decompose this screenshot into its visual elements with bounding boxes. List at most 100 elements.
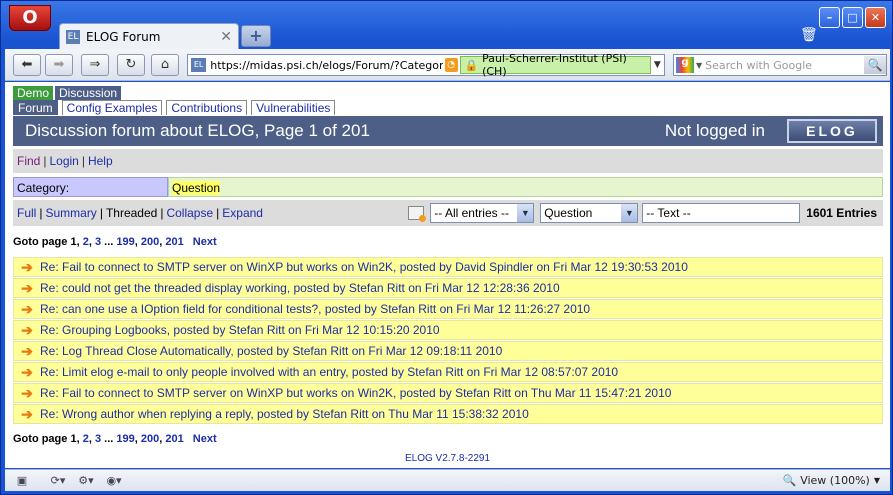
reset-filters-icon[interactable] xyxy=(408,206,427,222)
tab-vulnerabilities[interactable]: Vulnerabilities xyxy=(251,100,336,115)
chevron-down-icon[interactable]: ▼ xyxy=(517,204,534,222)
zoom-control[interactable]: 🔍 View (100%) ▼ xyxy=(783,474,881,487)
page-link-200[interactable]: 200 xyxy=(141,236,159,248)
next-page-link[interactable]: Next xyxy=(193,433,217,445)
entry-link[interactable]: Re: Fail to connect to SMTP server on Wi… xyxy=(40,260,688,274)
command-menu: Find | Login | Help xyxy=(13,149,883,173)
turbo-icon[interactable]: ◉▾ xyxy=(105,473,123,489)
group-demo[interactable]: Demo xyxy=(13,86,54,100)
page-link-201[interactable]: 201 xyxy=(165,236,183,248)
search-engine-dropdown-icon[interactable]: ▼ xyxy=(696,61,702,70)
arrow-right-icon: ➔ xyxy=(21,321,33,338)
address-bar[interactable]: EL https://midas.psi.ch/elogs/Forum/?Cat… xyxy=(187,52,665,78)
list-item[interactable]: ➔ Re: Log Thread Close Automatically, pos… xyxy=(13,341,883,361)
arrow-right-icon: ➔ xyxy=(21,300,33,317)
list-item[interactable]: ➔ Re: Limit elog e-mail to only people in… xyxy=(13,362,883,382)
elog-logo[interactable]: ELOG xyxy=(787,119,877,143)
status-bar: ▣ ⟳▾ ⚙▾ ◉▾ 🔍 View (100%) ▼ xyxy=(5,469,890,491)
search-placeholder: Search with Google xyxy=(705,58,813,72)
logbook-tabs: Forum Config Examples Contributions Vuln… xyxy=(13,100,336,115)
find-link[interactable]: Find xyxy=(17,154,40,168)
entry-link[interactable]: Re: Limit elog e-mail to only people inv… xyxy=(40,365,618,379)
entry-link[interactable]: Re: could not get the threaded display w… xyxy=(40,281,560,295)
fast-forward-button[interactable]: ⇒ xyxy=(81,54,109,76)
page-link-2[interactable]: 2 xyxy=(83,236,89,248)
browser-window: O – □ ✕ 🗑 EL ELOG Forum ✕ + ⬅ ➡ ⇒ ↻ ⌂ EL… xyxy=(0,0,893,495)
tab-forum[interactable]: Forum xyxy=(13,100,58,115)
zoom-level: View (100%) xyxy=(800,474,870,487)
trash-icon[interactable]: 🗑 xyxy=(800,27,820,47)
entries-select[interactable]: -- All entries -- ▼ xyxy=(430,203,535,223)
new-tab-button[interactable]: + xyxy=(241,25,271,47)
category-value-cell: Question xyxy=(168,177,883,197)
chevron-down-icon[interactable]: ▼ xyxy=(621,204,638,222)
pagination-top: Goto page 1, 2, 3 ... 199, 200, 201 Next xyxy=(13,236,217,248)
list-item[interactable]: ➔ Re: can one use a IOption field for con… xyxy=(13,299,883,319)
page-title: Discussion forum about ELOG, Page 1 of 2… xyxy=(25,121,370,140)
close-icon[interactable]: ✕ xyxy=(865,7,886,28)
view-summary-link[interactable]: Summary xyxy=(45,206,96,220)
next-page-link[interactable]: Next xyxy=(193,236,217,248)
arrow-right-icon: ➔ xyxy=(21,258,33,275)
page-link-200[interactable]: 200 xyxy=(141,433,159,445)
page-link-2[interactable]: 2 xyxy=(83,433,89,445)
forward-button[interactable]: ➡ xyxy=(45,54,73,76)
list-item[interactable]: ➔ Re: Fail to connect to SMTP server on W… xyxy=(13,383,883,403)
minimize-icon[interactable]: – xyxy=(819,7,840,28)
logbook-groups: Demo Discussion xyxy=(13,86,122,100)
entry-link[interactable]: Re: Wrong author when replying a reply, … xyxy=(40,407,529,421)
page-link-199[interactable]: 199 xyxy=(116,433,134,445)
current-page: 1 xyxy=(70,433,77,445)
pagination-bottom: Goto page 1, 2, 3 ... 199, 200, 201 Next xyxy=(13,433,217,445)
url-text[interactable]: https://midas.psi.ch/elogs/Forum/?Catego… xyxy=(210,59,442,72)
security-badge[interactable]: 🔒 Paul-Scherrer-Institut (PSI) (CH) xyxy=(459,52,651,78)
browser-tab[interactable]: EL ELOG Forum ✕ xyxy=(59,23,239,49)
list-item[interactable]: ➔ Re: could not get the threaded display … xyxy=(13,278,883,298)
list-item[interactable]: ➔ Re: Wrong author when replying a reply,… xyxy=(13,404,883,424)
search-icon[interactable]: 🔍 xyxy=(864,56,886,74)
page-link-199[interactable]: 199 xyxy=(116,236,134,248)
panel-toggle-icon[interactable]: ▣ xyxy=(13,473,31,489)
entries-select-value: -- All entries -- xyxy=(434,206,509,220)
tab-config-examples[interactable]: Config Examples xyxy=(61,100,163,115)
collapse-link[interactable]: Collapse xyxy=(166,206,213,220)
maximize-icon[interactable]: □ xyxy=(842,7,863,28)
tab-close-icon[interactable]: ✕ xyxy=(220,29,232,45)
entry-link[interactable]: Re: Fail to connect to SMTP server on Wi… xyxy=(40,386,671,400)
page-link-3[interactable]: 3 xyxy=(95,236,101,248)
page-link-3[interactable]: 3 xyxy=(95,433,101,445)
rss-feed-icon[interactable]: ◔ xyxy=(444,58,458,72)
entry-link[interactable]: Re: Log Thread Close Automatically, post… xyxy=(40,344,502,358)
text-filter-input[interactable]: -- Text -- xyxy=(642,203,801,223)
category-value: Question xyxy=(172,181,221,195)
view-full-link[interactable]: Full xyxy=(17,206,36,220)
unite-icon[interactable]: ⚙▾ xyxy=(77,473,95,489)
pagination-ellipsis: ... xyxy=(104,433,114,445)
arrow-right-icon: ➔ xyxy=(21,363,33,380)
list-item[interactable]: ➔ Re: Grouping Logbooks, posted by Stefan… xyxy=(13,320,883,340)
help-link[interactable]: Help xyxy=(88,154,113,168)
arrow-right-icon: ➔ xyxy=(21,342,33,359)
google-icon[interactable]: g xyxy=(676,57,694,73)
home-button[interactable]: ⌂ xyxy=(151,54,179,76)
reload-button[interactable]: ↻ xyxy=(117,54,145,76)
group-discussion[interactable]: Discussion xyxy=(55,86,122,100)
chevron-down-icon: ▼ xyxy=(873,476,880,485)
opera-menu-button[interactable]: O xyxy=(9,5,51,31)
category-label: Category: xyxy=(13,177,168,197)
entry-link[interactable]: Re: Grouping Logbooks, posted by Stefan … xyxy=(40,323,440,337)
category-select[interactable]: Question ▼ xyxy=(540,203,639,223)
back-button[interactable]: ⬅ xyxy=(13,54,41,76)
login-link[interactable]: Login xyxy=(49,154,78,168)
search-box[interactable]: g ▼ Search with Google 🔍 xyxy=(673,54,887,76)
address-dropdown-icon[interactable]: ▼ xyxy=(651,60,664,70)
tab-contributions[interactable]: Contributions xyxy=(166,100,248,115)
list-item[interactable]: ➔ Re: Fail to connect to SMTP server on W… xyxy=(13,257,883,277)
entry-link[interactable]: Re: can one use a IOption field for cond… xyxy=(40,302,590,316)
version-footer[interactable]: ELOG V2.7.8-2291 xyxy=(5,453,890,464)
page-link-201[interactable]: 201 xyxy=(165,433,183,445)
page-title-bar: Discussion forum about ELOG, Page 1 of 2… xyxy=(13,116,883,146)
entry-list: ➔ Re: Fail to connect to SMTP server on W… xyxy=(13,257,883,425)
sync-icon[interactable]: ⟳▾ xyxy=(49,473,67,489)
expand-link[interactable]: Expand xyxy=(222,206,263,220)
